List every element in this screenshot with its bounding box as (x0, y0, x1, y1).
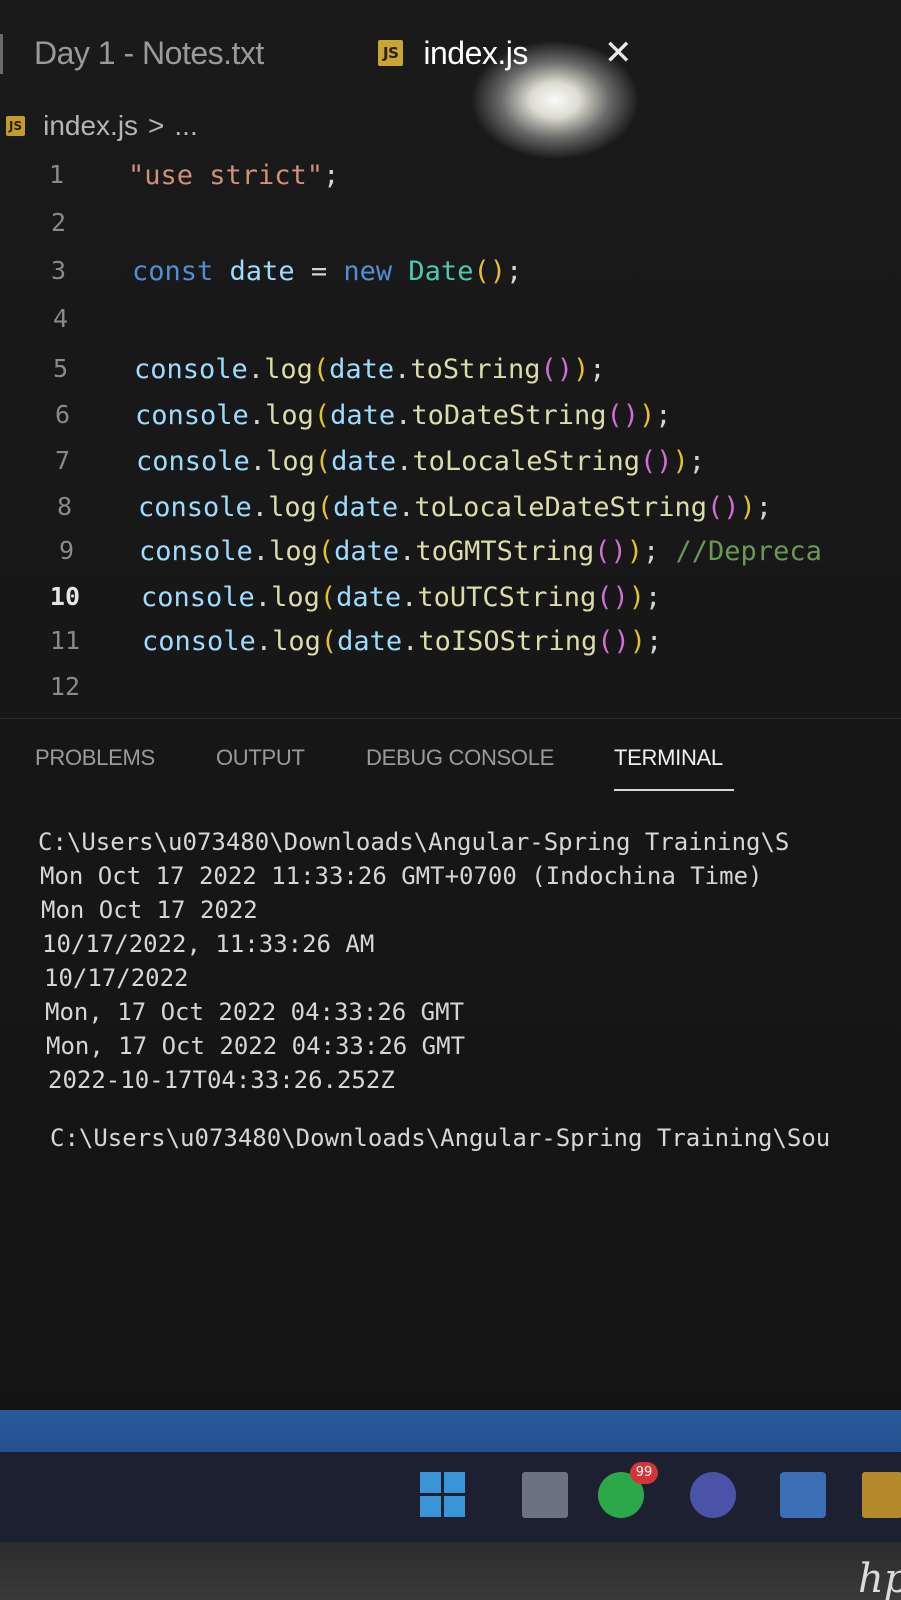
line-number: 5 (52, 354, 68, 383)
breadcrumb-rest[interactable]: ... (174, 110, 197, 142)
code-text: console.log(date.toLocaleString()); (136, 446, 706, 477)
active-tab-underline (614, 789, 734, 791)
tab-label: Day 1 - Notes.txt (34, 34, 264, 71)
code-line: 4 (0, 304, 901, 350)
code-text: const date = new Date(); (132, 256, 523, 287)
code-text: console.log(date.toLocaleDateString()); (138, 492, 773, 523)
code-line: 2 (0, 208, 901, 254)
tab-label: index.js (423, 34, 528, 71)
terminal-line: Mon, 17 Oct 2022 04:33:26 GMT (45, 998, 465, 1026)
breadcrumb-file[interactable]: index.js (43, 110, 138, 142)
code-line: 6 console.log(date.toDateString()); (0, 400, 901, 446)
code-text: "use strict"; (128, 160, 340, 191)
line-number: 2 (50, 208, 66, 237)
line-number: 9 (58, 536, 74, 565)
teams-icon[interactable] (690, 1472, 736, 1518)
line-number: 1 (48, 160, 64, 189)
code-text: console.log(date.toUTCString()); (141, 582, 662, 613)
tab-terminal[interactable]: TERMINAL (614, 745, 723, 771)
terminal-line: 2022-10-17T04:33:26.252Z (48, 1066, 395, 1094)
js-file-icon: JS (6, 116, 26, 136)
terminal-line: 10/17/2022, 11:33:26 AM (42, 930, 375, 958)
line-number: 8 (56, 492, 72, 521)
status-bar (0, 1410, 901, 1452)
terminal-prompt: C:\Users\u073480\Downloads\Angular-Sprin… (50, 1124, 831, 1152)
code-text: console.log(date.toString()); (134, 354, 606, 385)
file-explorer-icon[interactable] (522, 1472, 568, 1518)
code-line: 5 console.log(date.toString()); (0, 354, 901, 400)
line-number: 11 (49, 626, 80, 655)
code-line: 10 console.log(date.toUTCString()); (0, 582, 901, 628)
line-number: 3 (50, 256, 66, 285)
screen: Day 1 - Notes.txt JS index.js ✕ JS index… (0, 0, 901, 1600)
editor-tab-bar: Day 1 - Notes.txt JS index.js ✕ (0, 18, 901, 88)
line-number-active: 10 (49, 582, 80, 611)
line-number: 6 (54, 400, 70, 429)
code-editor[interactable]: 1 "use strict"; 2 3 const date = new Dat… (0, 158, 901, 718)
terminal-line: Mon, 17 Oct 2022 04:33:26 GMT (46, 1032, 466, 1060)
breadcrumb: JS index.js > ... (6, 110, 198, 142)
line-number: 12 (49, 672, 80, 701)
code-text: console.log(date.toDateString()); (135, 400, 672, 431)
terminal-line: 10/17/2022 (44, 964, 189, 992)
terminal-line: C:\Users\u073480\Downloads\Angular-Sprin… (38, 828, 790, 856)
js-file-icon: JS (378, 40, 404, 66)
tab-output[interactable]: OUTPUT (216, 745, 305, 771)
outlook-icon[interactable] (780, 1472, 826, 1518)
notification-badge: 99 (630, 1462, 658, 1484)
tab-debug-console[interactable]: DEBUG CONSOLE (366, 745, 554, 771)
monitor-bezel (0, 1542, 901, 1600)
panel-tab-bar: PROBLEMS OUTPUT DEBUG CONSOLE TERMINAL (0, 745, 901, 795)
code-line: 12 (0, 672, 901, 718)
line-number: 7 (54, 446, 70, 475)
code-line: 1 "use strict"; (0, 160, 901, 206)
code-line: 11 console.log(date.toISOString()); (0, 626, 901, 672)
terminal-line: Mon Oct 17 2022 11:33:26 GMT+0700 (Indoc… (40, 862, 763, 890)
close-icon[interactable]: ✕ (604, 36, 633, 70)
code-text: console.log(date.toGMTString()); //Depre… (139, 536, 822, 567)
code-line: 8 console.log(date.toLocaleDateString())… (0, 492, 901, 538)
code-line: 7 console.log(date.toLocaleString()); (0, 446, 901, 492)
tab-index-js[interactable]: JS index.js (378, 18, 528, 88)
windows-start-icon[interactable] (420, 1472, 466, 1518)
hp-logo: hp (858, 1556, 901, 1600)
code-text: console.log(date.toISOString()); (142, 626, 663, 657)
folder-icon[interactable] (862, 1472, 901, 1518)
code-line: 3 const date = new Date(); (0, 256, 901, 302)
tab-notes-txt[interactable]: Day 1 - Notes.txt (34, 18, 264, 88)
tab-problems[interactable]: PROBLEMS (35, 745, 155, 771)
chevron-right-icon: > (148, 110, 165, 141)
terminal-line: Mon Oct 17 2022 (41, 896, 258, 924)
panel-divider (0, 718, 901, 719)
code-line: 9 console.log(date.toGMTString()); //Dep… (0, 536, 901, 582)
line-number: 4 (52, 304, 68, 333)
